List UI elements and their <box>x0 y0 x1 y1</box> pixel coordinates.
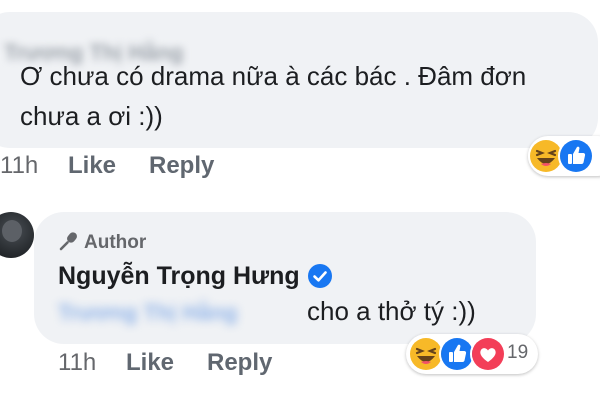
reply-text: cho a thở tý :)) <box>307 296 476 326</box>
author-badge: Author <box>58 230 146 254</box>
like-button[interactable]: Like <box>126 349 174 377</box>
author-badge-label: Author <box>84 232 147 253</box>
reply-timestamp[interactable]: 11h <box>58 349 96 377</box>
reaction-count: 19 <box>507 342 529 363</box>
love-icon <box>470 336 506 372</box>
reaction-summary[interactable]: 19 <box>406 334 538 374</box>
comment-timestamp[interactable]: 11h <box>0 152 38 180</box>
microphone-icon <box>58 230 80 252</box>
commenter-name[interactable]: Nguyễn Trọng Hưng <box>58 262 300 291</box>
reaction-summary[interactable] <box>528 136 600 176</box>
comment-text: Ơ chưa có drama nữa à các bác . Đâm đơn … <box>20 61 527 131</box>
like-icon <box>558 138 594 174</box>
reply-button[interactable]: Reply <box>207 349 272 377</box>
avatar[interactable] <box>0 212 34 258</box>
verified-badge-icon <box>308 264 332 288</box>
mention-name-blurred[interactable]: Trương Thị Hằng <box>58 300 237 326</box>
like-button[interactable]: Like <box>68 152 116 180</box>
reply-button[interactable]: Reply <box>149 152 214 180</box>
